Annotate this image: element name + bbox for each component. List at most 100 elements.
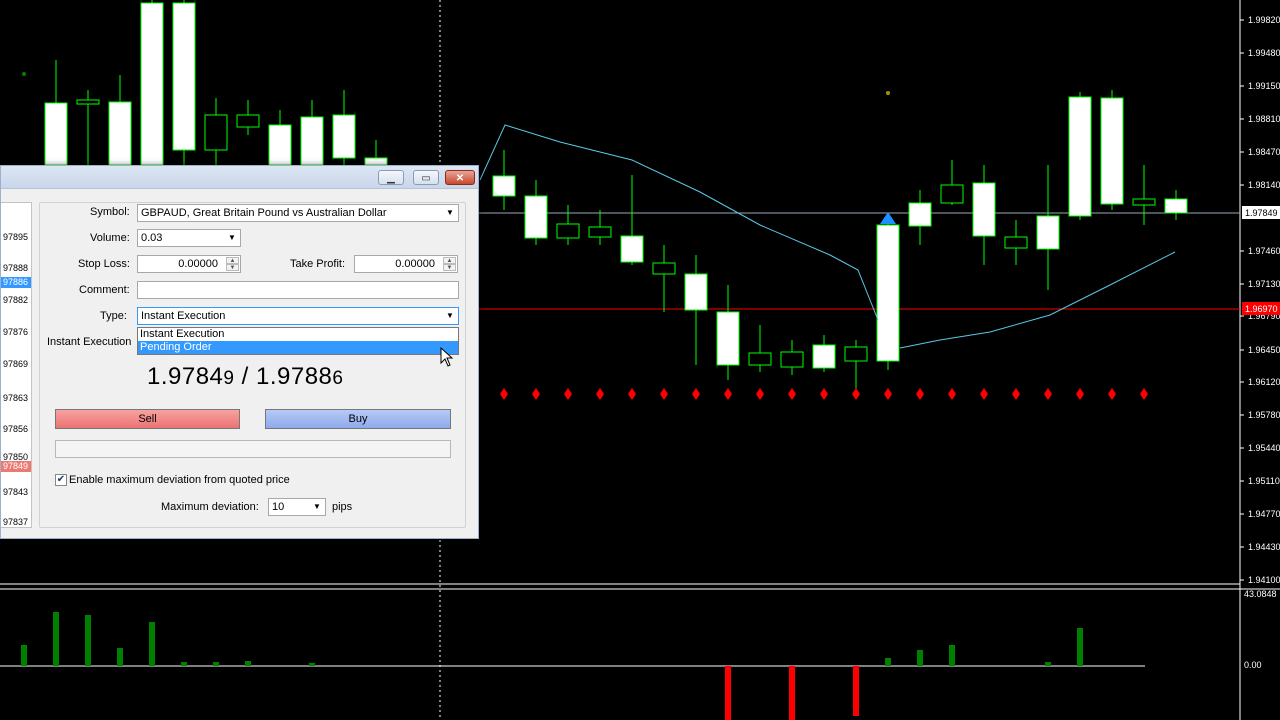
price-axis-label: 1.96450 xyxy=(1248,345,1280,355)
comment-input[interactable] xyxy=(137,281,459,299)
indicator-max-label: 43.0848 xyxy=(1244,589,1277,599)
candle-body xyxy=(300,116,324,166)
candle-body xyxy=(76,99,100,105)
take-profit-label: Take Profit: xyxy=(290,258,346,270)
quote-item: 97882 xyxy=(2,295,28,305)
candle-body xyxy=(972,182,996,237)
order-dialog: ▁ ▭ ✕ 97895 97888 97886 97882 97876 9786… xyxy=(0,165,479,539)
candle-body xyxy=(236,114,260,128)
signal-diamond xyxy=(1012,388,1020,400)
candle-body xyxy=(1132,198,1156,206)
signal-diamond xyxy=(660,388,668,400)
take-profit-stepper[interactable]: 0.00000 ▲ ▼ xyxy=(354,255,458,273)
signal-diamond xyxy=(980,388,988,400)
candle-body xyxy=(108,101,132,166)
quote-item: 97869 xyxy=(2,359,28,369)
maximize-icon: ▭ xyxy=(421,173,431,184)
max-deviation-value: 10 xyxy=(272,501,285,513)
candle-body xyxy=(492,175,516,197)
candle-body xyxy=(1164,198,1188,214)
signal-diamond xyxy=(1076,388,1084,400)
option-instant-execution[interactable]: Instant Execution xyxy=(138,328,458,341)
symbol-select[interactable]: GBPAUD, Great Britain Pound vs Australia… xyxy=(137,204,459,222)
symbol-value: GBPAUD, Great Britain Pound vs Australia… xyxy=(141,207,387,219)
sell-button[interactable]: Sell xyxy=(55,409,240,429)
max-deviation-checkbox-label: Enable maximum deviation from quoted pri… xyxy=(69,474,290,486)
candle-body xyxy=(620,235,644,263)
candle-body xyxy=(908,202,932,227)
chevron-down-icon: ▼ xyxy=(446,208,454,217)
execution-progress-bar xyxy=(55,440,451,458)
candle-body xyxy=(812,344,836,369)
close-button[interactable]: ✕ xyxy=(445,170,475,185)
candle-body xyxy=(716,311,740,366)
candle-body xyxy=(876,224,900,362)
stop-loss-stepper[interactable]: 0.00000 ▲ ▼ xyxy=(137,255,241,273)
dialog-titlebar[interactable]: ▁ ▭ ✕ xyxy=(1,166,478,189)
minimize-icon: ▁ xyxy=(387,173,395,184)
histogram-bar xyxy=(789,666,795,720)
minimize-button[interactable]: ▁ xyxy=(378,170,404,185)
price-axis-label: 1.97460 xyxy=(1248,246,1280,256)
increment-icon[interactable]: ▲ xyxy=(443,257,456,264)
take-profit-value: 0.00000 xyxy=(395,258,435,270)
price-axis-label: 1.94100 xyxy=(1248,575,1280,585)
increment-icon[interactable]: ▲ xyxy=(226,257,239,264)
max-deviation-select[interactable]: 10 ▼ xyxy=(268,498,326,516)
signal-diamond xyxy=(724,388,732,400)
dot-marker xyxy=(22,72,26,76)
arrow-marker xyxy=(880,212,896,224)
histogram-bar xyxy=(725,666,731,720)
volume-select[interactable]: 0.03 ▼ xyxy=(137,229,241,247)
ask-pip: 6 xyxy=(332,368,344,389)
type-select[interactable]: Instant Execution ▼ xyxy=(137,307,459,325)
candle-body xyxy=(172,2,196,151)
price-axis-label: 1.96120 xyxy=(1248,377,1280,387)
type-dropdown-list[interactable]: Instant Execution Pending Order xyxy=(137,327,459,355)
max-deviation-checkbox[interactable]: ✔ xyxy=(55,474,67,486)
candle-body xyxy=(524,195,548,239)
signal-diamond xyxy=(788,388,796,400)
candle-body xyxy=(684,273,708,311)
price-axis-label: 1.98140 xyxy=(1248,180,1280,190)
histogram-bar xyxy=(21,645,27,666)
signal-diamond xyxy=(564,388,572,400)
candle-body xyxy=(780,351,804,368)
histogram-bar xyxy=(885,658,891,666)
signal-diamond xyxy=(948,388,956,400)
bid-ask-quote: 1.97849 / 1.97886 xyxy=(147,363,343,391)
price-axis-label: 1.98810 xyxy=(1248,114,1280,124)
mouse-cursor-icon xyxy=(440,347,454,367)
candle-body xyxy=(556,223,580,239)
candle-body xyxy=(204,114,228,151)
candle-body xyxy=(332,114,356,159)
buy-button[interactable]: Buy xyxy=(265,409,451,429)
execution-section-label: Instant Execution xyxy=(47,336,132,348)
decrement-icon[interactable]: ▼ xyxy=(226,264,239,271)
check-icon: ✔ xyxy=(56,474,66,485)
signal-diamond xyxy=(628,388,636,400)
type-value: Instant Execution xyxy=(141,310,226,322)
signal-diamond xyxy=(1140,388,1148,400)
quote-item: 97876 xyxy=(2,327,28,337)
histogram-bar xyxy=(949,645,955,666)
quote-item: 97888 xyxy=(2,263,28,273)
candle-body xyxy=(1036,215,1060,250)
option-pending-order[interactable]: Pending Order xyxy=(138,341,458,354)
tick-quotes-list[interactable]: 97895 97888 97886 97882 97876 97869 9786… xyxy=(1,202,32,528)
signal-diamond xyxy=(692,388,700,400)
signal-diamond xyxy=(916,388,924,400)
price-axis-label: 1.99820 xyxy=(1248,15,1280,25)
signal-diamond xyxy=(884,388,892,400)
price-axis-label: 1.94770 xyxy=(1248,509,1280,519)
price-axis-label: 1.99150 xyxy=(1248,81,1280,91)
decrement-icon[interactable]: ▼ xyxy=(443,264,456,271)
maximize-button[interactable]: ▭ xyxy=(413,170,439,185)
histogram-bar xyxy=(149,622,155,666)
signal-diamond xyxy=(756,388,764,400)
histogram-bar xyxy=(917,650,923,666)
histogram-bar xyxy=(181,662,187,666)
price-axis-label: 1.97130 xyxy=(1248,279,1280,289)
price-separator: / xyxy=(234,363,256,390)
comment-label: Comment: xyxy=(79,284,130,296)
